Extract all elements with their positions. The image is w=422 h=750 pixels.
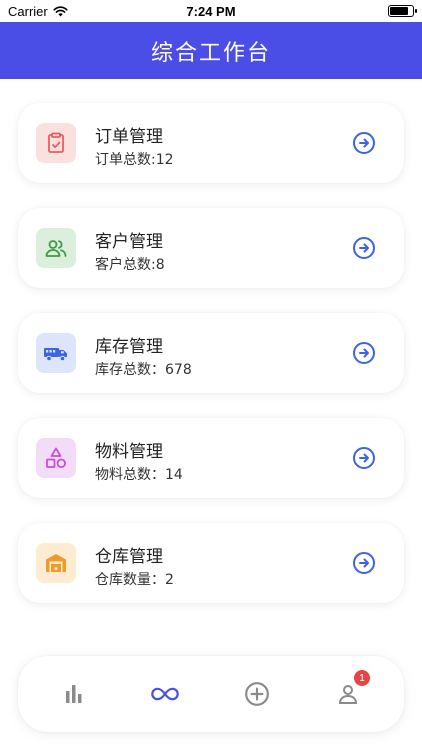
- card-title: 仓库管理: [95, 547, 163, 567]
- tab-add[interactable]: [241, 678, 273, 710]
- card-subtitle: 库存总数：678: [95, 362, 192, 378]
- card-title: 物料管理: [95, 442, 163, 462]
- arrow-right-circle-icon[interactable]: [352, 551, 376, 575]
- header: 综合工作台: [0, 22, 422, 79]
- warehouse-icon: [36, 543, 76, 583]
- card-title: 客户管理: [95, 232, 163, 252]
- status-bar: Carrier 7:24 PM: [0, 0, 422, 22]
- shapes-icon: [36, 438, 76, 478]
- card-title: 订单管理: [95, 127, 163, 147]
- card-subtitle: 客户总数:8: [95, 257, 165, 273]
- card-inventory-management[interactable]: 库存管理 库存总数：678: [18, 313, 404, 393]
- user-icon: [338, 685, 358, 704]
- status-time: 7:24 PM: [186, 4, 236, 19]
- clipboard-check-icon: [36, 123, 76, 163]
- notification-badge: 1: [354, 670, 370, 686]
- card-warehouse-management[interactable]: 仓库管理 仓库数量：2: [18, 523, 404, 603]
- arrow-right-circle-icon[interactable]: [352, 446, 376, 470]
- tab-profile[interactable]: 1: [332, 670, 370, 710]
- tab-workbench[interactable]: [149, 678, 181, 710]
- card-order-management[interactable]: 订单管理 订单总数:12: [18, 103, 404, 183]
- arrow-right-circle-icon[interactable]: [352, 236, 376, 260]
- page-title: 综合工作台: [150, 40, 271, 66]
- users-icon: [36, 228, 76, 268]
- card-title: 库存管理: [95, 337, 163, 357]
- bottom-tab-bar: 1: [18, 656, 404, 732]
- card-subtitle: 物料总数：14: [95, 467, 183, 483]
- plus-circle-icon: [245, 682, 269, 706]
- card-material-management[interactable]: 物料管理 物料总数：14: [18, 418, 404, 498]
- battery-icon: [388, 5, 417, 17]
- card-customer-management[interactable]: 客户管理 客户总数:8: [18, 208, 404, 288]
- infinity-icon: [151, 687, 179, 701]
- card-subtitle: 仓库数量：2: [95, 572, 174, 588]
- card-subtitle: 订单总数:12: [95, 152, 174, 168]
- arrow-right-circle-icon[interactable]: [352, 341, 376, 365]
- bar-chart-icon: [66, 685, 82, 703]
- truck-icon: [36, 333, 76, 373]
- tab-statistics[interactable]: [58, 678, 90, 710]
- arrow-right-circle-icon[interactable]: [352, 131, 376, 155]
